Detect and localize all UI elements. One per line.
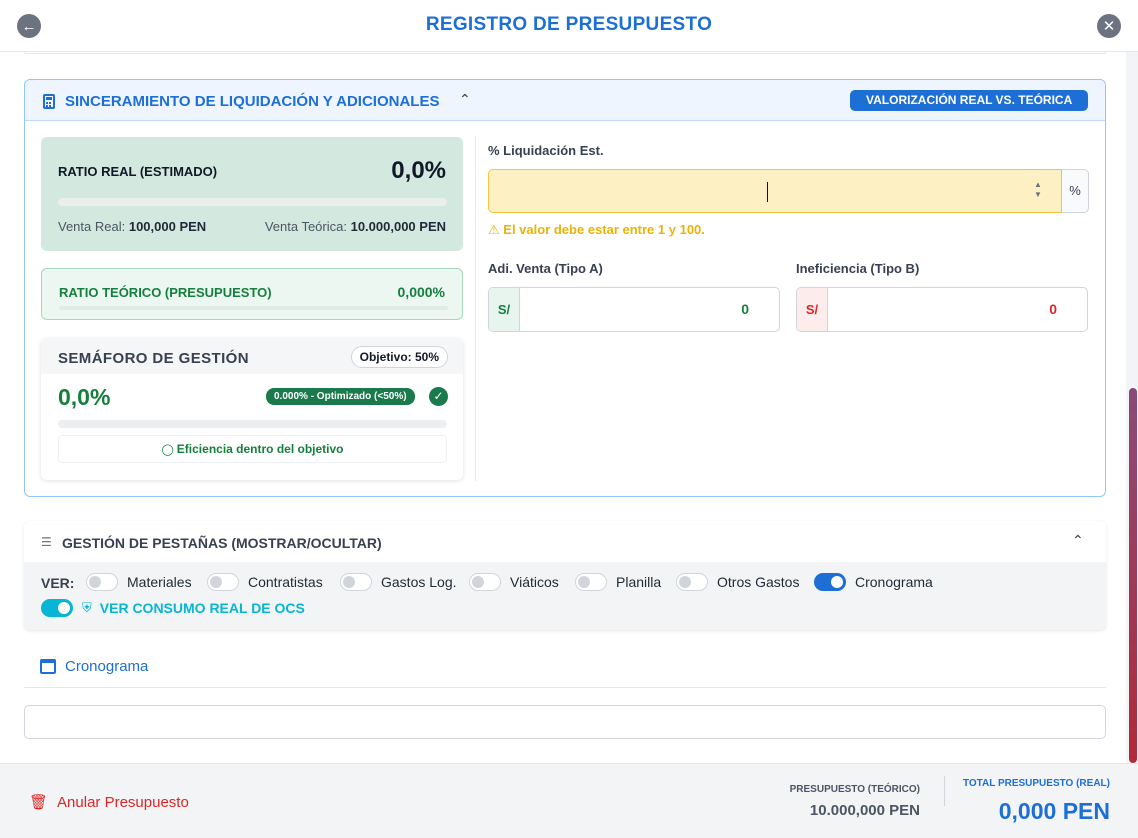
modal-footer: 🗑 Anular Presupuesto PRESUPUESTO (TEÓRIC… [0, 763, 1138, 838]
objetivo-badge: Objetivo: 50% [350, 346, 448, 368]
ratio-real-label: RATIO REAL (ESTIMADO) [58, 164, 218, 179]
text-caret [767, 182, 768, 202]
toggle-materiales[interactable]: Materiales [86, 573, 192, 591]
column-divider [475, 136, 476, 481]
semaforo-bar [58, 420, 447, 428]
presupuesto-teorico-value: 10.000,000 PEN [809, 802, 920, 819]
currency-prefix: S/ [489, 288, 520, 331]
tabs-manager-title: GESTIÓN DE PESTAÑAS (MOSTRAR/OCULTAR) [62, 535, 382, 551]
anular-label: Anular Presupuesto [57, 793, 189, 811]
check-circle-icon: ✓ [429, 387, 448, 406]
adi-venta-value: 0 [741, 301, 749, 317]
toggle-contratistas[interactable]: Contratistas [207, 573, 323, 591]
toggle-label: Gastos Log. [381, 574, 457, 590]
toggle-switch[interactable] [575, 573, 607, 591]
toggle-switch[interactable] [86, 573, 118, 591]
tab-label: Cronograma [65, 658, 149, 675]
toggle-switch[interactable] [207, 573, 239, 591]
ratio-real-box: RATIO REAL (ESTIMADO) 0,0% Venta Real: 1… [41, 137, 463, 251]
toggle-label: Materiales [127, 574, 192, 590]
semaforo-box: SEMÁFORO DE GESTIÓN Objetivo: 50% 0,0% 0… [41, 338, 463, 480]
calculator-icon [43, 94, 55, 109]
venta-teorica: Venta Teórica: 10.000,000 PEN [264, 219, 446, 234]
toggle-label: Planilla [616, 574, 662, 590]
list-icon: ☰ [41, 535, 52, 549]
liquidacion-label: % Liquidación Est. [488, 143, 604, 158]
venta-real: Venta Real: 100,000 PEN [58, 219, 207, 234]
ratio-teorico-box: RATIO TEÓRICO (PRESUPUESTO) 0,000% [41, 268, 463, 320]
shield-icon: ⛨ [82, 600, 92, 615]
status-badge: 0.000% - Optimizado (<50%) [266, 388, 415, 405]
shield-check-icon: ◯ [161, 444, 174, 456]
toggle-label: Otros Gastos [717, 574, 800, 590]
venta-real-value: 100,000 PEN [128, 219, 207, 234]
total-real-value: 0,000 PEN [998, 798, 1110, 824]
chevron-up-icon[interactable]: ⌃ [1072, 532, 1084, 549]
toggle-viaticos[interactable]: Viáticos [469, 573, 559, 591]
toggle-switch[interactable] [340, 573, 372, 591]
sinceramiento-card: SINCERAMIENTO DE LIQUIDACIÓN Y ADICIONAL… [24, 79, 1106, 497]
ver-label: VER: [41, 575, 75, 591]
presupuesto-teorico-label: PRESUPUESTO (TEÓRICO) [789, 784, 920, 795]
ineficiencia-value: 0 [1049, 301, 1057, 317]
adi-venta-label: Adi. Venta (Tipo A) [488, 261, 603, 276]
currency-prefix: S/ [797, 288, 828, 331]
valorizacion-badge: VALORIZACIÓN REAL VS. TEÓRICA [850, 90, 1089, 111]
toggle-cronograma[interactable]: Cronograma [814, 573, 933, 591]
previous-card-edge [24, 52, 1106, 54]
toggle-label: Cronograma [855, 574, 933, 590]
sinceramiento-title: SINCERAMIENTO DE LIQUIDACIÓN Y ADICIONAL… [65, 93, 440, 110]
toggle-planilla[interactable]: Planilla [575, 573, 661, 591]
modal-title: REGISTRO DE PRESUPUESTO [425, 14, 713, 35]
scrollbar-thumb[interactable] [1129, 388, 1137, 763]
toggle-switch[interactable] [469, 573, 501, 591]
close-icon: ✕ [1102, 18, 1116, 35]
chevron-up-icon[interactable]: ⌃ [459, 91, 471, 108]
ratio-teorico-label: RATIO TEÓRICO (PRESUPUESTO) [59, 285, 272, 300]
calendar-icon [40, 659, 56, 674]
ineficiencia-label: Ineficiencia (Tipo B) [796, 261, 920, 276]
modal-header: ← REGISTRO DE PRESUPUESTO ✕ [0, 0, 1138, 52]
toggle-gastos-log[interactable]: Gastos Log. [340, 573, 457, 591]
toggle-label: VER CONSUMO REAL DE OCS [99, 600, 305, 616]
semaforo-label: SEMÁFORO DE GESTIÓN [58, 350, 249, 367]
trash-icon: 🗑 [29, 794, 49, 811]
warning-icon: ⚠ [488, 222, 500, 237]
ratio-teorico-bar [59, 306, 448, 310]
tab-divider [24, 687, 1106, 688]
toggle-switch[interactable] [814, 573, 846, 591]
toggle-ocs[interactable]: ⛨ VER CONSUMO REAL DE OCS [41, 599, 305, 617]
toggle-otros-gastos[interactable]: Otros Gastos [676, 573, 799, 591]
ineficiencia-field[interactable]: S/ 0 [796, 287, 1088, 332]
liquidacion-input[interactable]: ▲ ▼ [488, 169, 1062, 213]
tabs-manager-card: ☰ GESTIÓN DE PESTAÑAS (MOSTRAR/OCULTAR) … [24, 521, 1106, 630]
spinner-icon[interactable]: ▲ ▼ [1031, 180, 1045, 202]
toggle-switch[interactable] [676, 573, 708, 591]
toggle-label: Contratistas [248, 574, 323, 590]
anular-button[interactable]: 🗑 Anular Presupuesto [29, 793, 189, 812]
sinceramiento-header[interactable]: SINCERAMIENTO DE LIQUIDACIÓN Y ADICIONAL… [25, 80, 1105, 121]
ratio-teorico-value: 0,000% [397, 284, 445, 300]
footer-divider [944, 776, 945, 806]
close-button[interactable]: ✕ [1097, 14, 1121, 38]
cronograma-panel [24, 705, 1106, 739]
semaforo-value: 0,0% [58, 384, 111, 410]
efficiency-note: ◯ Eficiencia dentro del objetivo [58, 435, 447, 463]
total-real-label: TOTAL PRESUPUESTO (REAL) [962, 778, 1110, 789]
percent-addon: % [1062, 169, 1089, 213]
modal-content: SINCERAMIENTO DE LIQUIDACIÓN Y ADICIONAL… [0, 52, 1126, 763]
venta-teorica-value: 10.000,000 PEN [350, 219, 446, 234]
tab-cronograma[interactable]: Cronograma [40, 658, 148, 675]
ratio-real-bar [58, 198, 447, 206]
ratio-real-value: 0,0% [391, 157, 446, 184]
validation-warning: ⚠ El valor debe estar entre 1 y 100. [488, 222, 705, 237]
toggle-label: Viáticos [510, 574, 559, 590]
toggle-switch[interactable] [41, 599, 73, 617]
tabs-manager-header[interactable]: ☰ GESTIÓN DE PESTAÑAS (MOSTRAR/OCULTAR) … [24, 521, 1106, 562]
adi-venta-field[interactable]: S/ 0 [488, 287, 780, 332]
